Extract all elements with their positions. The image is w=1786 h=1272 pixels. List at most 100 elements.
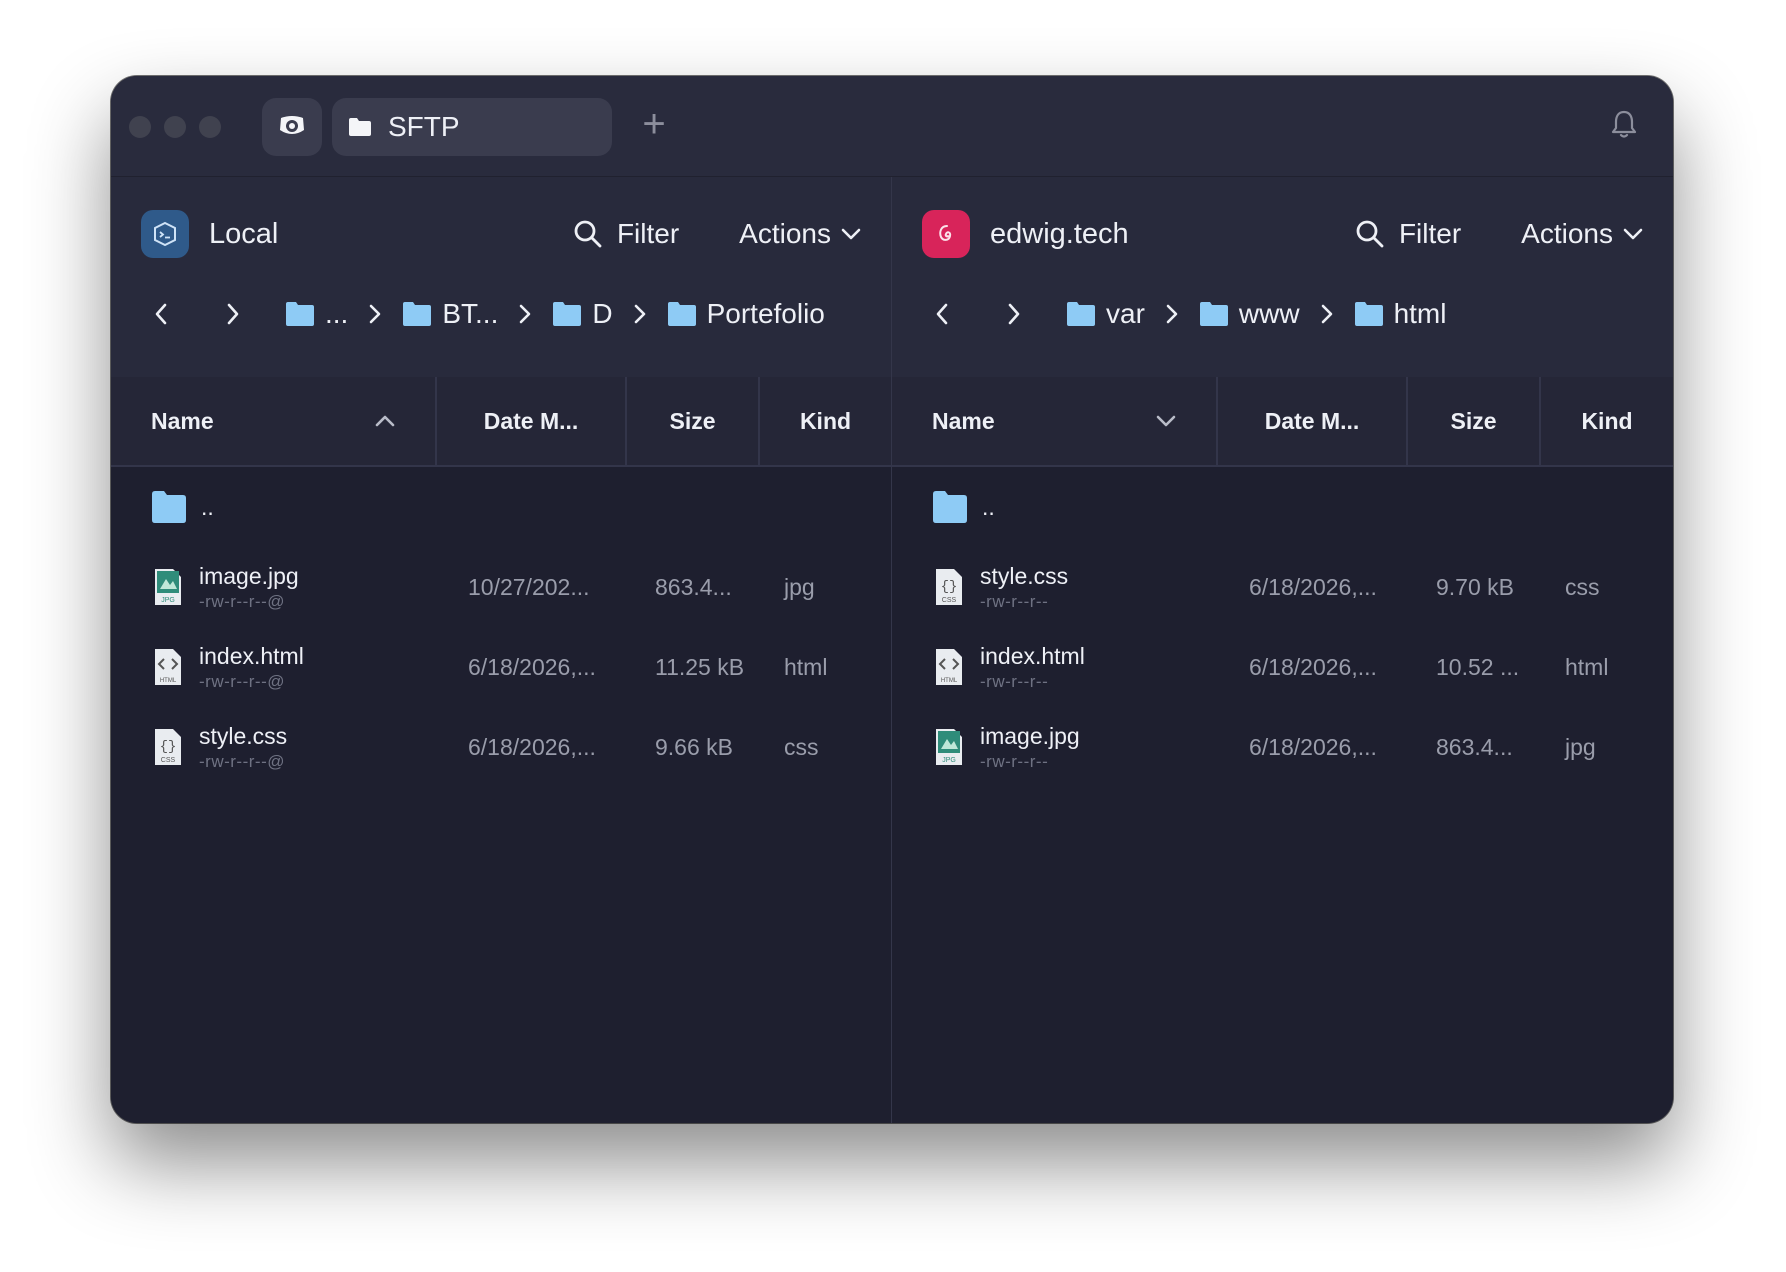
file-name: index.html — [199, 642, 304, 669]
column-size[interactable]: Size — [1408, 377, 1541, 465]
table-row[interactable]: JPG image.jpg -rw-r--r--@ 10/27/202... 8… — [111, 547, 891, 627]
debian-icon — [939, 225, 952, 241]
jpg-file-icon: JPG — [155, 569, 181, 605]
title-bar: SFTP + — [111, 76, 1673, 177]
folder-icon — [933, 491, 967, 523]
file-size: 11.25 kB — [655, 653, 745, 680]
local-actions-menu[interactable]: Actions — [739, 218, 861, 250]
remote-host-icon — [922, 210, 970, 258]
folder-icon — [152, 491, 186, 523]
html-file-icon: HTML — [936, 649, 962, 685]
forward-button[interactable] — [994, 294, 1034, 334]
table-row[interactable]: JPG image.jpg -rw-r--r-- 6/18/2026,... 8… — [892, 707, 1673, 787]
zoom-window-button[interactable] — [199, 116, 221, 138]
file-kind: html — [784, 653, 828, 680]
local-column-header: Name Date M... Size Kind — [111, 377, 891, 467]
folder-icon — [286, 302, 314, 326]
back-button[interactable] — [141, 294, 181, 334]
svg-text:CSS: CSS — [942, 597, 957, 604]
file-permissions: -rw-r--r-- — [980, 751, 1049, 771]
remote-host-name: edwig.tech — [990, 217, 1129, 250]
file-permissions: -rw-r--r--@ — [199, 751, 285, 771]
table-row[interactable]: {} CSS style.css -rw-r--r--@ 6/18/2026,..… — [111, 707, 891, 787]
forward-button[interactable] — [213, 294, 253, 334]
breadcrumb-item-current[interactable]: html — [1354, 298, 1446, 330]
breadcrumb-item[interactable]: var — [1066, 298, 1145, 330]
local-host-icon — [141, 210, 189, 258]
column-date-modified[interactable]: Date M... — [437, 377, 627, 465]
css-file-icon: {} CSS — [155, 729, 181, 765]
file-size: 9.70 kB — [1436, 573, 1514, 600]
local-host-name: Local — [209, 217, 279, 250]
sftp-window: SFTP + Local Filter Actions ... BT... D … — [111, 76, 1673, 1123]
svg-text:{}: {} — [941, 579, 958, 595]
local-breadcrumb: ... BT... D Portefolio — [141, 292, 871, 336]
column-date-modified[interactable]: Date M... — [1218, 377, 1408, 465]
chevron-up-icon — [375, 415, 395, 427]
filter-label: Filter — [1398, 218, 1462, 249]
file-name: image.jpg — [980, 722, 1080, 749]
svg-text:HTML: HTML — [160, 678, 177, 684]
breadcrumb-item-current[interactable]: Portefolio — [667, 298, 825, 330]
breadcrumb-item[interactable]: www — [1199, 298, 1300, 330]
minimize-window-button[interactable] — [164, 116, 186, 138]
close-window-button[interactable] — [129, 116, 151, 138]
html-file-icon: HTML — [155, 649, 181, 685]
back-button[interactable] — [922, 294, 962, 334]
remote-pane: edwig.tech Filter Actions var www html N… — [892, 177, 1673, 1123]
search-icon — [1356, 220, 1384, 248]
file-date: 6/18/2026,... — [468, 653, 596, 680]
breadcrumb-item[interactable]: ... — [285, 298, 348, 330]
app-menu-button[interactable] — [262, 98, 322, 156]
chevron-down-icon — [841, 228, 861, 240]
css-file-icon: {} CSS — [936, 569, 962, 605]
folder-icon — [1354, 302, 1383, 326]
column-name[interactable]: Name — [111, 377, 437, 465]
chevron-down-icon — [1623, 228, 1643, 240]
file-kind: jpg — [1565, 733, 1596, 760]
file-size: 9.66 kB — [655, 733, 733, 760]
new-tab-button[interactable]: + — [634, 100, 674, 148]
table-row[interactable]: HTML index.html -rw-r--r--@ 6/18/2026,..… — [111, 627, 891, 707]
column-size[interactable]: Size — [627, 377, 760, 465]
column-kind[interactable]: Kind — [1541, 377, 1673, 465]
jpg-file-icon: JPG — [936, 729, 962, 765]
file-name: image.jpg — [199, 562, 299, 589]
svg-text:HTML: HTML — [941, 678, 958, 684]
remote-actions-menu[interactable]: Actions — [1521, 218, 1643, 250]
breadcrumb-item[interactable]: D — [552, 298, 613, 330]
file-date: 6/18/2026,... — [1249, 733, 1377, 760]
remote-column-header: Name Date M... Size Kind — [892, 377, 1673, 467]
remote-pane-header: edwig.tech Filter Actions var www html — [892, 177, 1673, 377]
svg-text:JPG: JPG — [942, 757, 956, 764]
table-row[interactable]: {} CSS style.css -rw-r--r-- 6/18/2026,...… — [892, 547, 1673, 627]
local-filter-button[interactable]: Filter — [573, 218, 679, 250]
column-name[interactable]: Name — [892, 377, 1218, 465]
parent-label: .. — [201, 493, 214, 520]
chevron-right-icon — [1008, 303, 1020, 325]
file-name: style.css — [980, 562, 1069, 589]
file-size: 863.4... — [1436, 733, 1513, 760]
bell-icon[interactable] — [1611, 109, 1637, 139]
parent-label: .. — [982, 493, 995, 520]
column-kind[interactable]: Kind — [760, 377, 891, 465]
parent-directory-row[interactable]: .. — [892, 467, 1673, 547]
terminal-icon — [154, 221, 176, 247]
file-name: index.html — [980, 642, 1085, 669]
table-row[interactable]: HTML index.html -rw-r--r-- 6/18/2026,...… — [892, 627, 1673, 707]
folder-icon — [403, 302, 432, 326]
svg-text:{}: {} — [160, 739, 177, 755]
local-pane: Local Filter Actions ... BT... D Portefo… — [111, 177, 891, 1123]
search-icon — [574, 220, 602, 248]
tab-sftp[interactable]: SFTP — [332, 98, 612, 156]
remote-filter-button[interactable]: Filter — [1355, 218, 1461, 250]
breadcrumb-item[interactable]: BT... — [402, 298, 498, 330]
file-date: 6/18/2026,... — [468, 733, 596, 760]
chevron-right-icon — [1159, 304, 1185, 324]
chevron-right-icon — [1314, 304, 1340, 324]
local-pane-header: Local Filter Actions ... BT... D Portefo… — [111, 177, 891, 377]
parent-directory-row[interactable]: .. — [111, 467, 891, 547]
tab-label: SFTP — [388, 111, 460, 142]
folder-icon — [667, 302, 696, 326]
actions-label: Actions — [739, 218, 831, 249]
